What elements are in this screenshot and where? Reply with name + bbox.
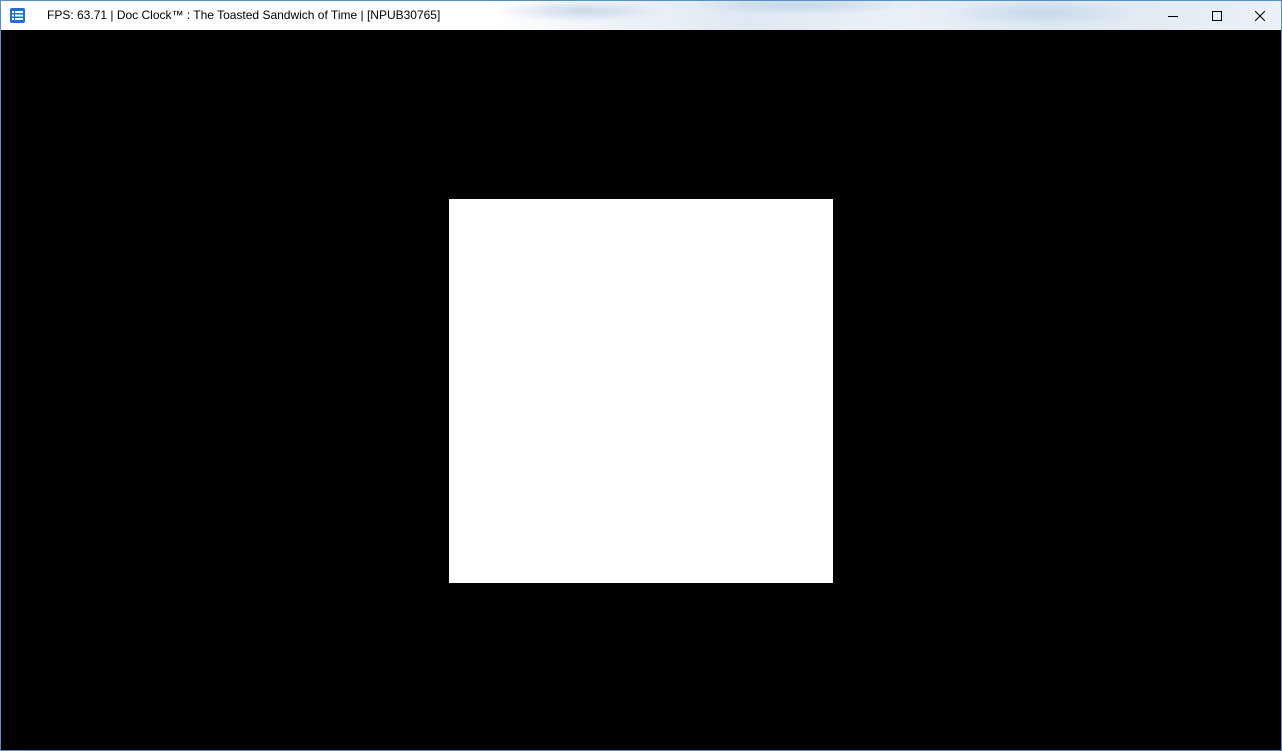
minimize-icon	[1167, 11, 1178, 21]
game-viewport[interactable]	[1, 30, 1281, 750]
close-button[interactable]	[1237, 1, 1281, 30]
title-bar[interactable]: FPS: 63.71 | Doc Clock™ : The Toasted Sa…	[1, 1, 1281, 30]
maximize-icon	[1211, 10, 1222, 21]
close-icon	[1254, 10, 1265, 21]
window-title: FPS: 63.71 | Doc Clock™ : The Toasted Sa…	[47, 8, 441, 22]
maximize-button[interactable]	[1194, 1, 1239, 30]
app-list-icon[interactable]	[10, 8, 25, 23]
minimize-button[interactable]	[1150, 1, 1195, 30]
white-square	[449, 199, 833, 583]
application-window: FPS: 63.71 | Doc Clock™ : The Toasted Sa…	[0, 0, 1282, 751]
